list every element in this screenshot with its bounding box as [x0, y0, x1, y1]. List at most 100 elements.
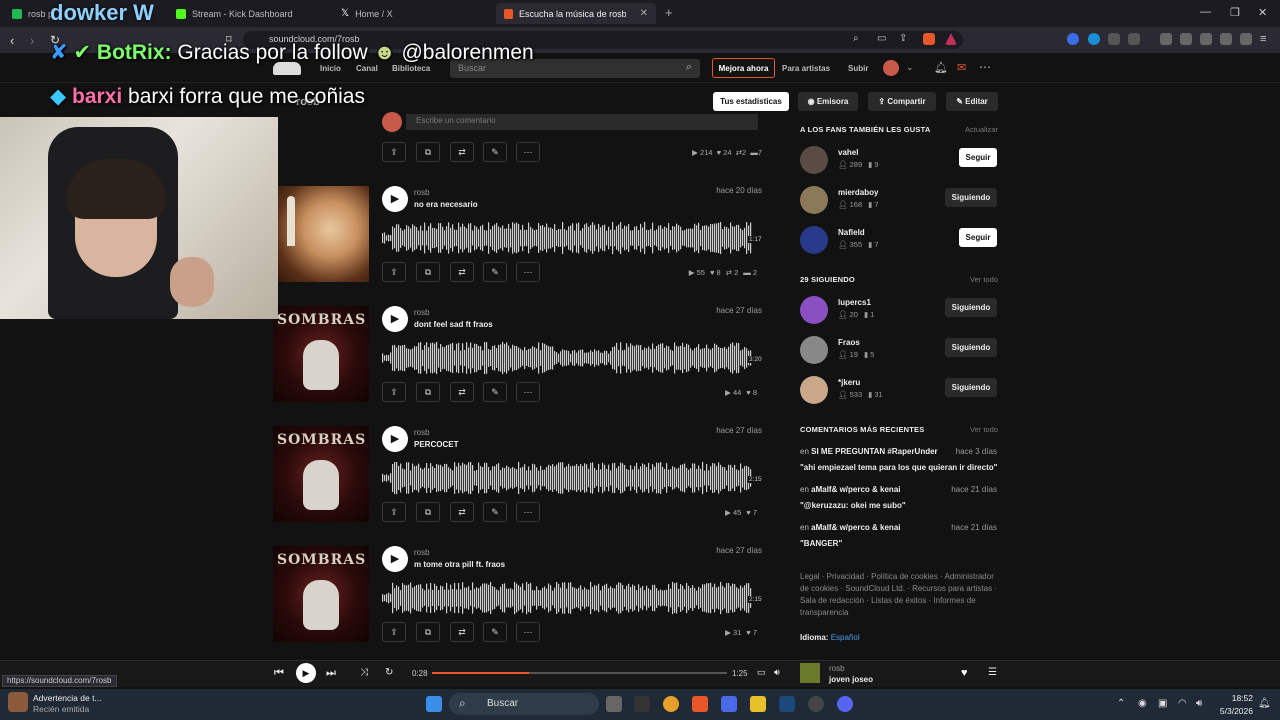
share-button[interactable]: ⇪: [382, 142, 406, 162]
comment-track-link[interactable]: SI ME PREGUNTAN #RaperUnder: [811, 447, 938, 456]
tab-soundcloud[interactable]: Escucha la música de rosb | Disfr ✕: [496, 3, 656, 24]
user-name[interactable]: lupercs1: [838, 298, 871, 307]
track-waveform[interactable]: [382, 220, 758, 256]
copy-link-button[interactable]: ⧉: [416, 142, 440, 162]
messages-icon[interactable]: ✉: [957, 61, 966, 74]
windows-start-icon[interactable]: [426, 696, 442, 712]
now-playing-artwork[interactable]: [800, 663, 820, 683]
share-icon[interactable]: ⇪: [899, 33, 907, 44]
user-name[interactable]: mierdaboy: [838, 188, 878, 197]
more-button[interactable]: ⋯: [516, 622, 540, 642]
notification-toast[interactable]: Advertencia de t... Recién emitida: [33, 693, 102, 715]
share-button[interactable]: ⇪: [382, 382, 406, 402]
comments-view-all-link[interactable]: Ver todo: [970, 425, 998, 434]
tab-kick-dashboard[interactable]: Stream - Kick Dashboard: [168, 3, 328, 24]
next-icon[interactable]: ⏭: [326, 667, 336, 680]
menu-icon[interactable]: ≡: [1260, 33, 1266, 45]
maximize-icon[interactable]: ❐: [1230, 6, 1240, 19]
user-avatar[interactable]: [800, 376, 828, 404]
edit-button[interactable]: ✎: [483, 142, 507, 162]
track-title[interactable]: dont feel sad ft fraos: [414, 320, 493, 329]
track-artwork[interactable]: [273, 186, 369, 282]
zoom-icon[interactable]: ⌕: [853, 33, 859, 44]
tus-estadisticas-button[interactable]: Tus estadísticas: [713, 92, 789, 111]
repost-button[interactable]: ⇄: [450, 142, 474, 162]
comment-input[interactable]: Escribe un comentario: [406, 114, 758, 130]
user-avatar[interactable]: [800, 296, 828, 324]
nav-inicio[interactable]: Inicio: [320, 64, 341, 73]
following-button[interactable]: Siguiendo: [945, 188, 997, 207]
share-button[interactable]: ⇪: [382, 262, 406, 282]
obs-icon[interactable]: [808, 696, 824, 712]
tray-discord-icon[interactable]: ◉: [1138, 698, 1147, 709]
copy-link-button[interactable]: ⧉: [416, 382, 440, 402]
tray-app-icon[interactable]: ▣: [1158, 698, 1167, 709]
track-artwork[interactable]: SOMBRAS: [273, 426, 369, 522]
track-username[interactable]: rosb: [414, 548, 430, 557]
user-name[interactable]: *jkeru: [838, 378, 860, 387]
more-button[interactable]: ⋯: [516, 142, 540, 162]
edit-button[interactable]: ✎: [483, 502, 507, 522]
track-play-button[interactable]: ▶: [382, 186, 408, 212]
copy-link-button[interactable]: ⧉: [416, 502, 440, 522]
track-play-button[interactable]: ▶: [382, 426, 408, 452]
previous-icon[interactable]: ⏮: [274, 667, 284, 680]
screenshot-icon[interactable]: [1128, 33, 1140, 45]
edit-button[interactable]: ✎: [483, 622, 507, 642]
user-avatar[interactable]: [800, 336, 828, 364]
discord-icon[interactable]: [837, 696, 853, 712]
vpn-icon[interactable]: [1240, 33, 1252, 45]
copy-link-button[interactable]: ⧉: [416, 262, 440, 282]
close-tab-icon[interactable]: ✕: [640, 8, 648, 19]
task-view-icon[interactable]: [606, 696, 622, 712]
taskbar-search[interactable]: ⌕ Buscar: [449, 693, 599, 715]
more-icon[interactable]: ⋯: [979, 60, 991, 74]
more-button[interactable]: ⋯: [516, 262, 540, 282]
extensions-icon[interactable]: [1108, 33, 1120, 45]
steam-icon[interactable]: [779, 696, 795, 712]
following-button[interactable]: Siguiendo: [945, 298, 997, 317]
forward-icon[interactable]: ›: [30, 33, 34, 48]
follow-button[interactable]: Seguir: [959, 148, 997, 167]
share-button[interactable]: ⇪: [382, 502, 406, 522]
progress-track[interactable]: [432, 672, 727, 674]
following-button[interactable]: Siguiendo: [945, 378, 997, 397]
bell-icon[interactable]: 🔔︎: [934, 61, 948, 74]
following-button[interactable]: Siguiendo: [945, 338, 997, 357]
chrome-icon[interactable]: [663, 696, 679, 712]
like-icon[interactable]: ♥: [961, 667, 968, 679]
volume-icon[interactable]: 🔊︎: [774, 667, 780, 678]
track-artwork[interactable]: SOMBRAS: [273, 546, 369, 642]
track-play-button[interactable]: ▶: [382, 306, 408, 332]
close-window-icon[interactable]: ✕: [1258, 6, 1267, 19]
epic-games-icon[interactable]: [634, 696, 650, 712]
store-icon[interactable]: [721, 696, 737, 712]
notification-bell-icon[interactable]: 🔔︎: [1258, 698, 1271, 709]
more-button[interactable]: ⋯: [516, 382, 540, 402]
track-artwork[interactable]: SOMBRAS: [273, 306, 369, 402]
back-icon[interactable]: ‹: [10, 33, 14, 48]
wallet-icon[interactable]: [1200, 33, 1212, 45]
queue-icon[interactable]: ☰: [988, 667, 997, 678]
fans-refresh-link[interactable]: Actualizar: [965, 125, 998, 134]
brave-icon[interactable]: [692, 696, 708, 712]
track-waveform[interactable]: [382, 580, 758, 616]
more-button[interactable]: ⋯: [516, 502, 540, 522]
screen-icon[interactable]: ▭: [877, 33, 886, 44]
chevron-down-icon[interactable]: ⌄: [906, 62, 914, 73]
share-button[interactable]: ⇪: [382, 622, 406, 642]
track-waveform[interactable]: [382, 460, 758, 496]
track-waveform[interactable]: [382, 340, 758, 376]
track-play-button[interactable]: ▶: [382, 546, 408, 572]
track-title[interactable]: PERCOCET: [414, 440, 458, 449]
cast-icon[interactable]: ▭: [757, 667, 766, 678]
sidebar-icon[interactable]: [1180, 33, 1192, 45]
user-name[interactable]: Nafleld: [838, 228, 865, 237]
track-username[interactable]: rosb: [414, 308, 430, 317]
track-username[interactable]: rosb: [414, 188, 430, 197]
user-name[interactable]: Fraos: [838, 338, 860, 347]
wifi-icon[interactable]: ◠: [1178, 698, 1187, 709]
now-playing-title[interactable]: joven joseo: [829, 675, 873, 684]
edit-button[interactable]: ✎: [483, 262, 507, 282]
tray-chevron-icon[interactable]: ⌃: [1117, 698, 1125, 709]
